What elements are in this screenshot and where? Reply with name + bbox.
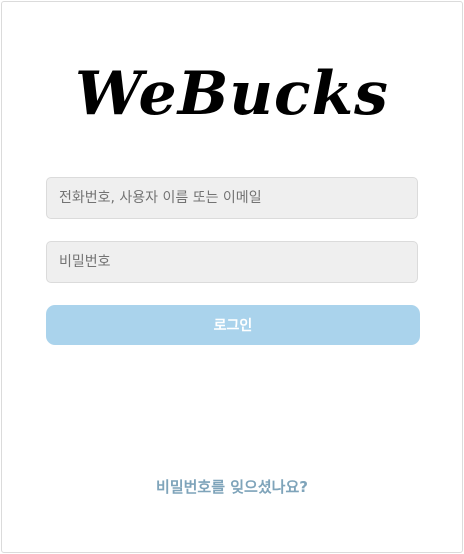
id-input[interactable] <box>46 177 418 219</box>
password-input[interactable] <box>46 241 418 283</box>
login-card: WeBucks 로그인 비밀번호를 잊으셨나요? <box>1 1 463 553</box>
webucks-logo: WeBucks <box>75 59 389 129</box>
forgot-password-link[interactable]: 비밀번호를 잊으셨나요? <box>2 475 462 499</box>
login-button[interactable]: 로그인 <box>46 305 420 345</box>
